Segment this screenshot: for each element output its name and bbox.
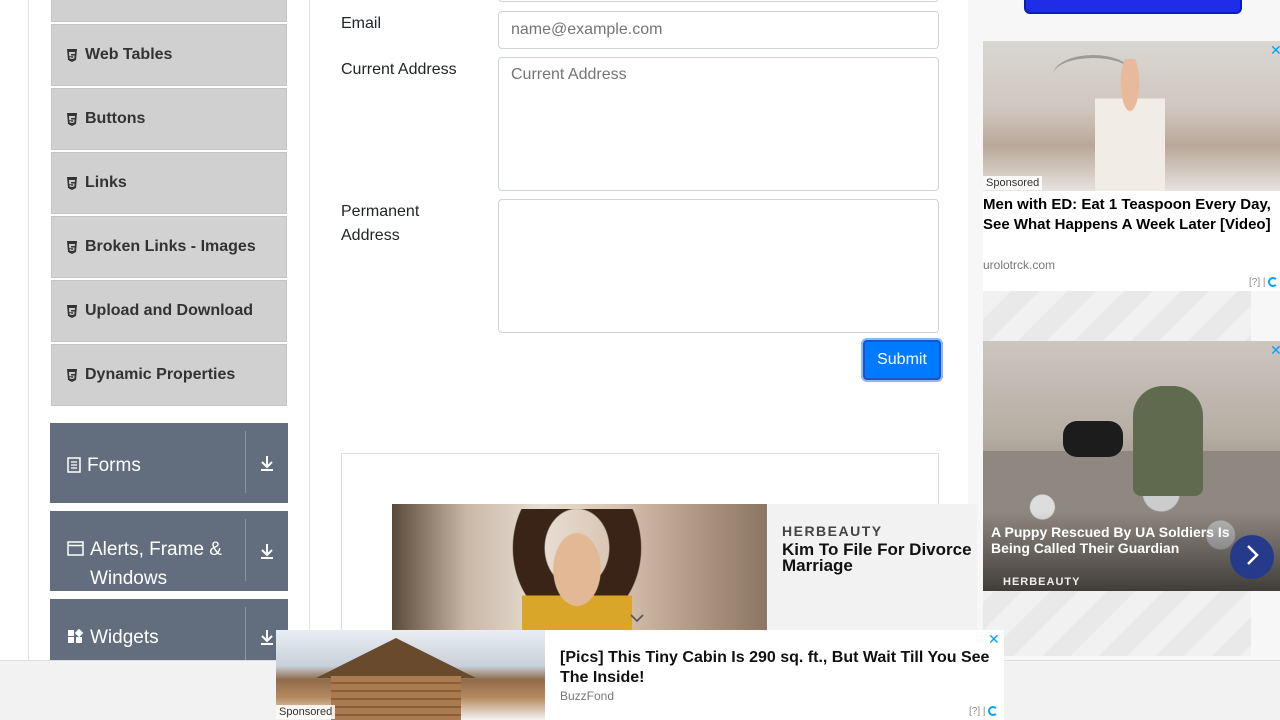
ad-image-soldier <box>1133 386 1203 496</box>
adchoices-icon <box>1268 277 1279 288</box>
group-label: Alerts, Frame & Windows <box>90 539 222 589</box>
group-label-wrap: Forms <box>50 423 245 480</box>
sidebar: Web Tables Buttons Links Broken Links - … <box>28 0 310 660</box>
ad-title[interactable]: Men with ED: Eat 1 Teaspoon Every Day, S… <box>983 195 1280 235</box>
ad-source: HERBEAUTY <box>1003 576 1081 588</box>
current-address-label: Current Address <box>341 61 457 78</box>
html5-icon <box>66 48 78 62</box>
sidebar-item-label: Dynamic Properties <box>85 366 236 383</box>
group-expand-toggle[interactable] <box>246 423 288 478</box>
sidebar-item-label: Broken Links - Images <box>85 238 256 255</box>
sidebar-item-broken-links[interactable]: Broken Links - Images <box>51 216 287 278</box>
ad-image <box>392 504 767 634</box>
close-icon[interactable]: ✕ <box>988 632 1000 646</box>
html5-icon <box>66 176 78 190</box>
ad-right-bottom[interactable]: ✕ A Puppy Rescued By UA Soldiers Is Bein… <box>983 341 1280 591</box>
ad-next-button[interactable] <box>1230 535 1274 579</box>
permanent-address-label: Permanent Address <box>341 203 420 244</box>
ad-image-person <box>1095 59 1165 191</box>
sidebar-item-buttons[interactable]: Buttons <box>51 88 287 150</box>
ad-brand: HERBEAUTY <box>782 523 883 539</box>
window-icon <box>67 541 84 556</box>
adchoice-info[interactable]: [?] | <box>969 706 999 717</box>
sidebar-group-forms[interactable]: Forms <box>50 423 288 503</box>
sidebar-item-dynamic-properties[interactable]: Dynamic Properties <box>51 344 287 406</box>
sidebar-item-label: Links <box>85 174 127 191</box>
sidebar-item-links[interactable]: Links <box>51 152 287 214</box>
widgets-icon <box>67 629 84 645</box>
ad-title[interactable]: A Puppy Rescued By UA Soldiers Is Being … <box>991 524 1241 556</box>
adchoice-text: [?] <box>1249 277 1261 288</box>
ad-blue-button[interactable] <box>1024 0 1242 14</box>
sidebar-group-alerts[interactable]: Alerts, Frame & Windows <box>50 511 288 591</box>
close-icon[interactable]: ✕ <box>1270 343 1280 357</box>
previous-field-partial[interactable] <box>498 0 939 2</box>
sidebar-item-partial[interactable] <box>51 0 287 22</box>
sidebar-group-widgets[interactable]: Widgets <box>50 599 288 660</box>
sponsored-label: Sponsored <box>276 705 336 719</box>
ad-image-cabin <box>331 676 461 720</box>
email-input[interactable] <box>498 11 939 49</box>
group-label-wrap: Widgets <box>50 599 245 652</box>
html5-icon <box>66 240 78 254</box>
ad-source[interactable]: urolotrck.com <box>983 258 1055 272</box>
download-arrow-icon <box>259 543 275 566</box>
sidebar-item-label: Upload and Download <box>85 302 253 319</box>
document-icon <box>67 457 81 473</box>
ad-title[interactable]: [Pics] This Tiny Cabin Is 290 sq. ft., B… <box>560 648 1000 688</box>
email-label: Email <box>341 15 382 32</box>
ad-middle[interactable]: HERBEAUTY Kim To File For Divorce Marria… <box>392 504 977 634</box>
html5-icon <box>66 368 78 382</box>
permanent-address-textarea[interactable] <box>498 199 939 333</box>
html5-icon <box>66 112 78 126</box>
ad-image-dog <box>1063 421 1123 457</box>
sidebar-item-label: Buttons <box>85 110 146 127</box>
adchoice-info[interactable]: [?] | <box>1249 277 1279 288</box>
group-label-wrap: Alerts, Frame & Windows <box>50 511 245 593</box>
sponsored-label: Sponsored <box>983 176 1043 190</box>
adchoices-icon <box>988 706 999 717</box>
current-address-textarea[interactable] <box>498 57 939 191</box>
download-arrow-icon <box>259 629 275 652</box>
chevron-down-icon[interactable] <box>630 610 644 626</box>
chevron-right-icon <box>1245 544 1259 571</box>
sidebar-item-upload-download[interactable]: Upload and Download <box>51 280 287 342</box>
ad-image-face <box>522 524 632 634</box>
ad-source[interactable]: BuzzFond <box>560 689 614 703</box>
submit-button[interactable]: Submit <box>863 340 941 380</box>
sidebar-item-label: Web Tables <box>85 46 173 63</box>
group-label: Widgets <box>90 627 159 648</box>
ad-image-roof <box>316 638 476 678</box>
download-arrow-icon <box>259 455 275 478</box>
close-icon[interactable]: ✕ <box>1270 43 1280 57</box>
html5-icon <box>66 304 78 318</box>
sidebar-item-web-tables[interactable]: Web Tables <box>51 24 287 86</box>
adchoice-text: [?] <box>969 706 981 717</box>
ad-bottom[interactable]: Sponsored ✕ [Pics] This Tiny Cabin Is 29… <box>276 630 1004 720</box>
group-label: Forms <box>87 455 141 476</box>
ad-right-top[interactable]: Sponsored ✕ Men with ED: Eat 1 Teaspoon … <box>983 41 1280 291</box>
ad-title[interactable]: Kim To File For Divorce Marriage <box>782 541 977 574</box>
group-expand-toggle[interactable] <box>246 511 288 566</box>
ad-image <box>983 41 1280 191</box>
